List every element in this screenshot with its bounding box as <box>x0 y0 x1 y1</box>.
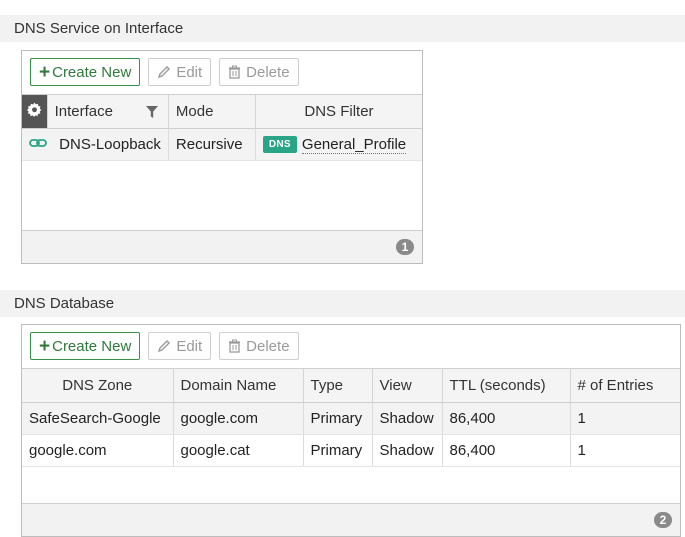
link-icon <box>29 136 47 153</box>
dns-database-panel: + Create New Edit Delete DNS Zone Domain… <box>21 324 681 537</box>
column-header-type[interactable]: Type <box>303 368 373 403</box>
trash-icon <box>228 65 241 79</box>
type-cell: Primary <box>303 434 373 467</box>
column-header-ttl[interactable]: TTL (seconds) <box>442 368 571 403</box>
entry-count-badge: 2 <box>654 512 672 528</box>
delete-label: Delete <box>246 337 290 355</box>
entries-cell: 1 <box>570 434 680 467</box>
dns-service-footer: 1 <box>22 230 422 263</box>
domain-name-cell: google.com <box>173 402 304 435</box>
column-header-interface-label: Interface <box>54 103 113 120</box>
ttl-cell: 86,400 <box>442 434 571 467</box>
domain-name-cell: google.cat <box>173 434 304 467</box>
dns-service-table: Interface Mode DNS Filter DNS-Loopback R… <box>22 94 422 161</box>
entries-cell: 1 <box>570 402 680 435</box>
ttl-cell: 86,400 <box>442 402 571 435</box>
table-row[interactable]: SafeSearch-Google google.com Primary Sha… <box>22 402 680 435</box>
column-header-domain-name[interactable]: Domain Name <box>173 368 304 403</box>
dns-database-footer: 2 <box>22 503 680 536</box>
delete-button[interactable]: Delete <box>219 332 299 360</box>
entry-count-badge: 1 <box>396 239 414 255</box>
dns-service-toolbar: + Create New Edit Delete <box>30 58 299 86</box>
column-header-interface[interactable]: Interface <box>47 94 169 129</box>
edit-label: Edit <box>176 337 203 355</box>
create-new-button[interactable]: + Create New <box>30 332 141 360</box>
pencil-icon <box>157 339 171 353</box>
gear-icon <box>26 102 42 121</box>
edit-button[interactable]: Edit <box>148 332 212 360</box>
view-cell: Shadow <box>372 402 443 435</box>
trash-icon <box>228 339 241 353</box>
column-header-entries[interactable]: # of Entries <box>570 368 680 403</box>
delete-button[interactable]: Delete <box>219 58 299 86</box>
column-header-dns-filter[interactable]: DNS Filter <box>255 94 422 129</box>
column-settings[interactable] <box>22 94 48 129</box>
dns-database-table: DNS Zone Domain Name Type View TTL (seco… <box>22 368 680 467</box>
table-row[interactable]: google.com google.cat Primary Shadow 86,… <box>22 434 680 467</box>
dns-service-panel: + Create New Edit Delete Interface Mode … <box>21 50 423 264</box>
section-title-dns-database: DNS Database <box>0 290 685 317</box>
view-cell: Shadow <box>372 434 443 467</box>
filter-icon[interactable] <box>145 106 158 123</box>
create-new-button[interactable]: + Create New <box>30 58 141 86</box>
interface-name: DNS-Loopback <box>59 135 161 153</box>
section-title-dns-service: DNS Service on Interface <box>0 15 685 42</box>
column-header-view[interactable]: View <box>372 368 443 403</box>
dns-badge: DNS <box>262 136 297 154</box>
interface-cell: DNS-Loopback <box>22 128 169 161</box>
dns-filter-cell: DNS General_Profile <box>255 128 422 161</box>
create-new-label: Create New <box>52 63 132 81</box>
column-header-mode[interactable]: Mode <box>168 94 256 129</box>
edit-button[interactable]: Edit <box>148 58 212 86</box>
table-row[interactable]: DNS-Loopback Recursive DNS General_Profil… <box>22 128 422 161</box>
dns-database-toolbar: + Create New Edit Delete <box>30 332 299 360</box>
delete-label: Delete <box>246 63 290 81</box>
create-new-label: Create New <box>52 337 132 355</box>
dns-zone-cell: SafeSearch-Google <box>22 402 174 435</box>
plus-icon: + <box>39 335 51 357</box>
dns-zone-cell: google.com <box>22 434 174 467</box>
column-header-dns-zone[interactable]: DNS Zone <box>22 368 174 403</box>
edit-label: Edit <box>176 63 203 81</box>
plus-icon: + <box>39 61 51 83</box>
type-cell: Primary <box>303 402 373 435</box>
dns-filter-profile-link[interactable]: General_Profile <box>301 135 407 154</box>
mode-cell: Recursive <box>168 128 256 161</box>
pencil-icon <box>157 65 171 79</box>
